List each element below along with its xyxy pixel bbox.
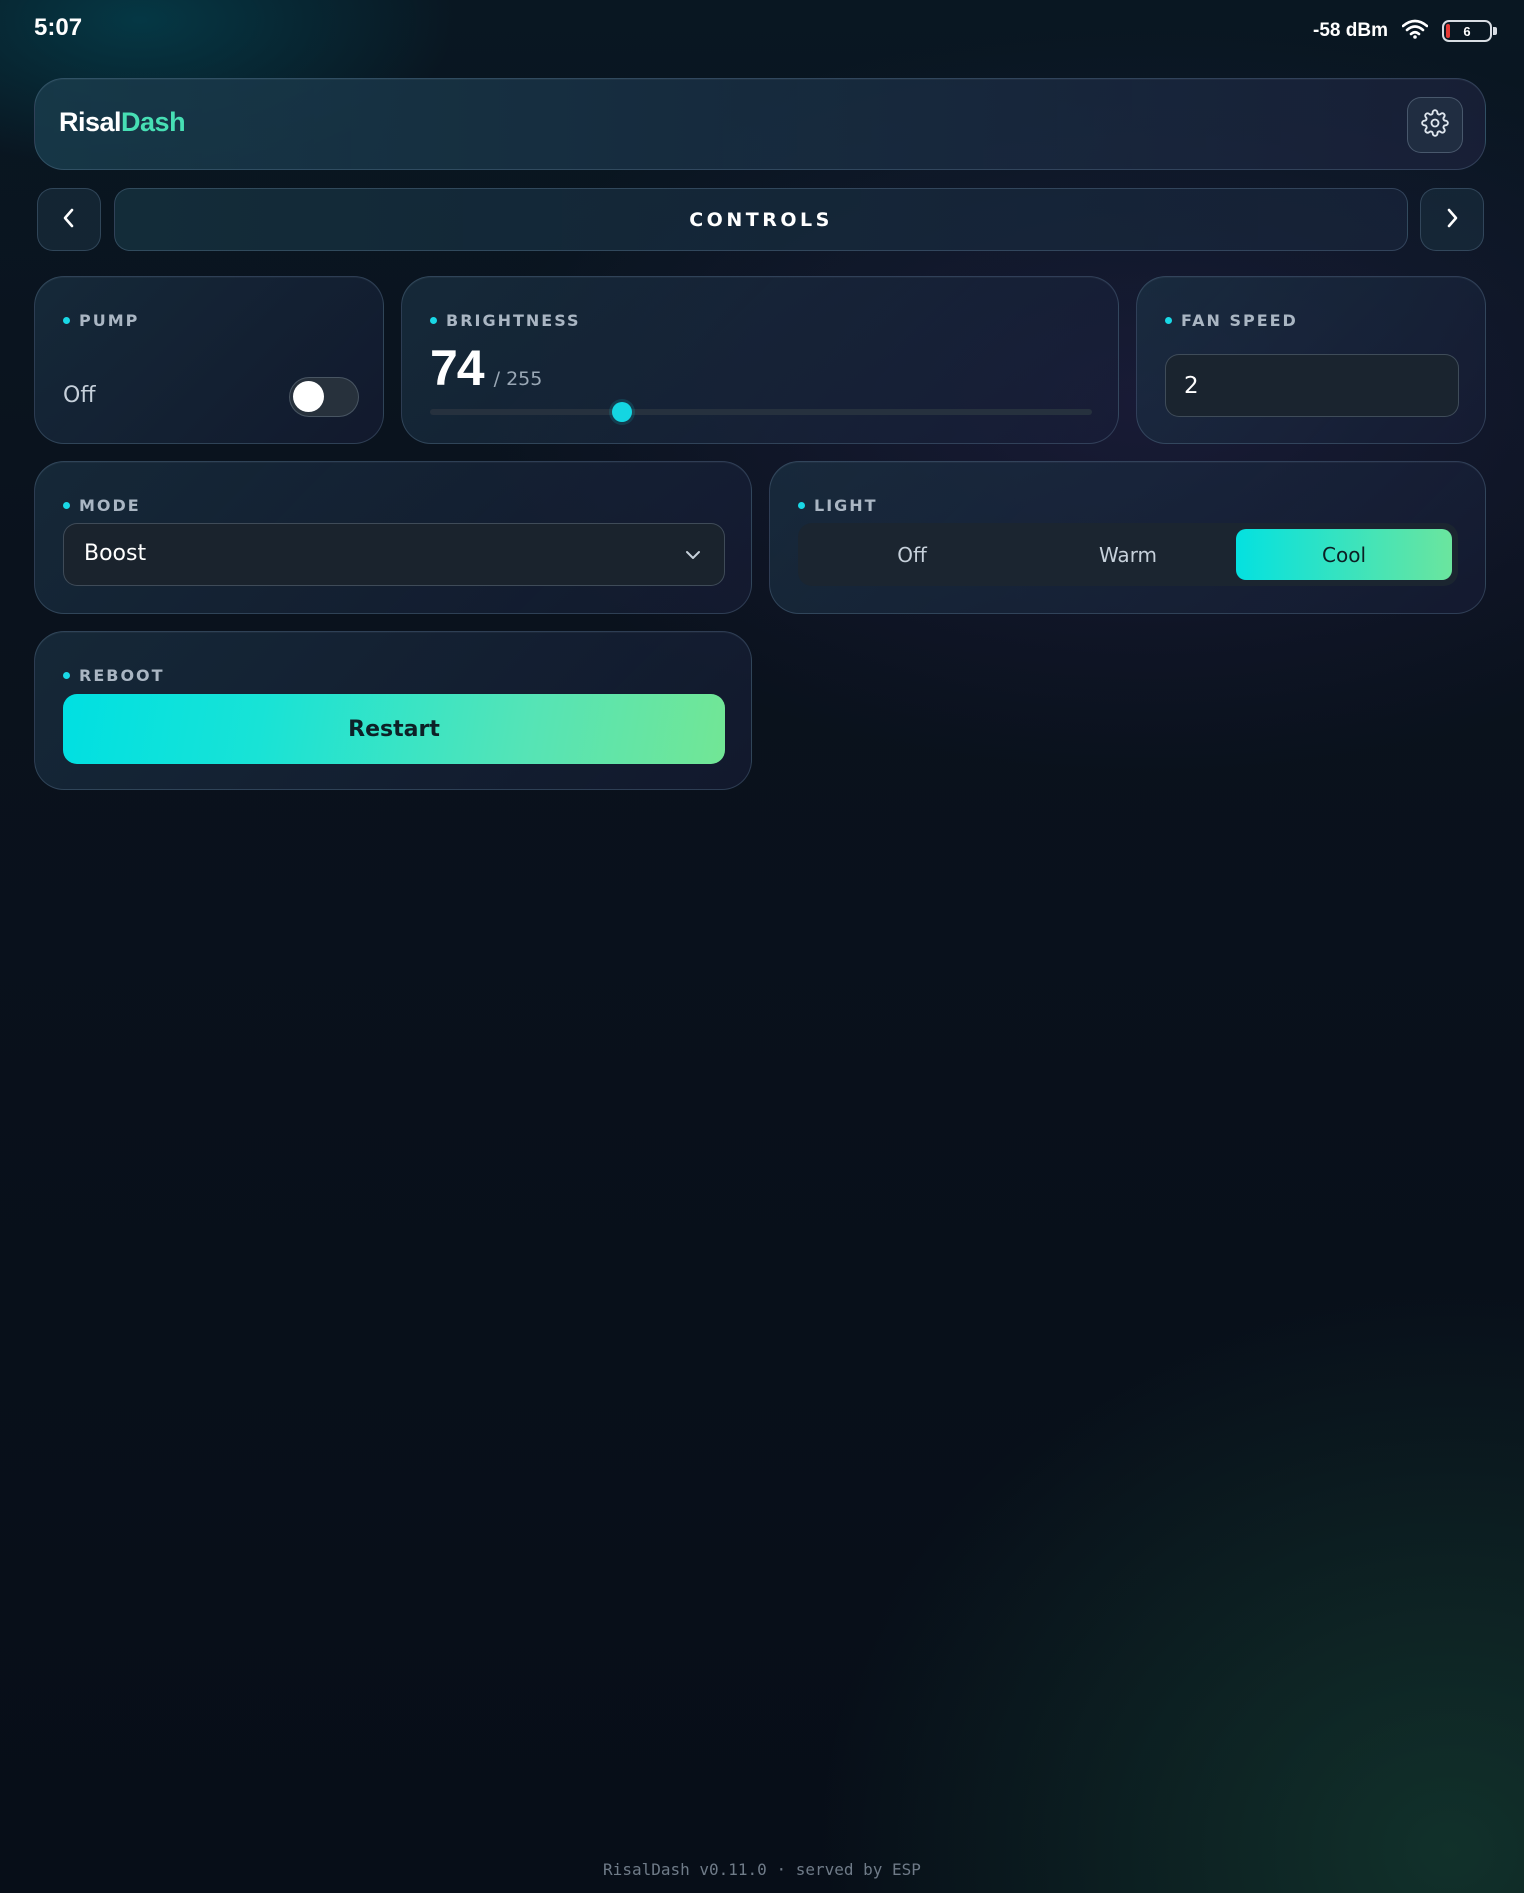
brightness-card: BRIGHTNESS 74 / 255 [401,276,1119,444]
chevron-left-icon [60,207,78,233]
mode-selected-value: Boost [84,541,147,566]
status-time: 5:07 [34,14,83,41]
fan-speed-input[interactable] [1165,354,1459,417]
page-title-bar: CONTROLS [114,188,1408,251]
brightness-max: / 255 [493,368,543,390]
pump-card: PUMP Off [34,276,384,444]
brand-name-part1: Risal [59,107,122,137]
brand-logo: RisalDash [59,107,186,138]
status-dot [63,502,70,509]
brightness-slider[interactable] [430,402,1092,422]
pump-state: Off [63,383,96,408]
settings-button[interactable] [1407,97,1463,153]
footer-text: RisalDash v0.11.0 · served by ESP [603,1860,921,1879]
light-option-cool[interactable]: Cool [1236,529,1452,580]
brightness-label: BRIGHTNESS [446,311,581,330]
status-dot [430,317,437,324]
pump-label: PUMP [79,311,140,330]
fan-speed-card: FAN SPEED [1136,276,1486,444]
status-dot [63,672,70,679]
chevron-right-icon [1443,207,1461,233]
mode-select[interactable]: Boost [63,523,725,586]
page-title: CONTROLS [689,208,833,231]
brand-name-part2: Dash [121,107,186,137]
status-dot [1165,317,1172,324]
signal-strength: -58 dBm [1313,20,1388,41]
gear-icon [1421,109,1449,141]
app-header: RisalDash [34,78,1486,170]
light-segmented-control: Off Warm Cool [798,523,1458,586]
light-label: LIGHT [814,496,878,515]
light-option-warm[interactable]: Warm [1020,529,1236,580]
wifi-icon [1401,19,1429,43]
fan-speed-label: FAN SPEED [1181,311,1298,330]
chevron-down-icon [684,547,702,566]
slider-thumb[interactable] [612,402,633,422]
status-indicators: -58 dBm 6 [1313,16,1497,46]
light-option-off[interactable]: Off [804,529,1020,580]
status-dot [63,317,70,324]
toggle-knob [293,381,324,412]
next-page-button[interactable] [1420,188,1484,251]
mode-label: MODE [79,496,141,515]
prev-page-button[interactable] [37,188,101,251]
battery-level: 6 [1463,23,1471,39]
restart-button[interactable]: Restart [63,694,725,764]
reboot-card: REBOOT Restart [34,631,752,790]
brightness-value: 74 [430,340,485,396]
mode-card: MODE Boost [34,461,752,614]
reboot-label: REBOOT [79,666,165,685]
battery-icon: 6 [1442,20,1497,42]
light-card: LIGHT Off Warm Cool [769,461,1486,614]
pump-toggle[interactable] [289,377,359,417]
status-dot [798,502,805,509]
